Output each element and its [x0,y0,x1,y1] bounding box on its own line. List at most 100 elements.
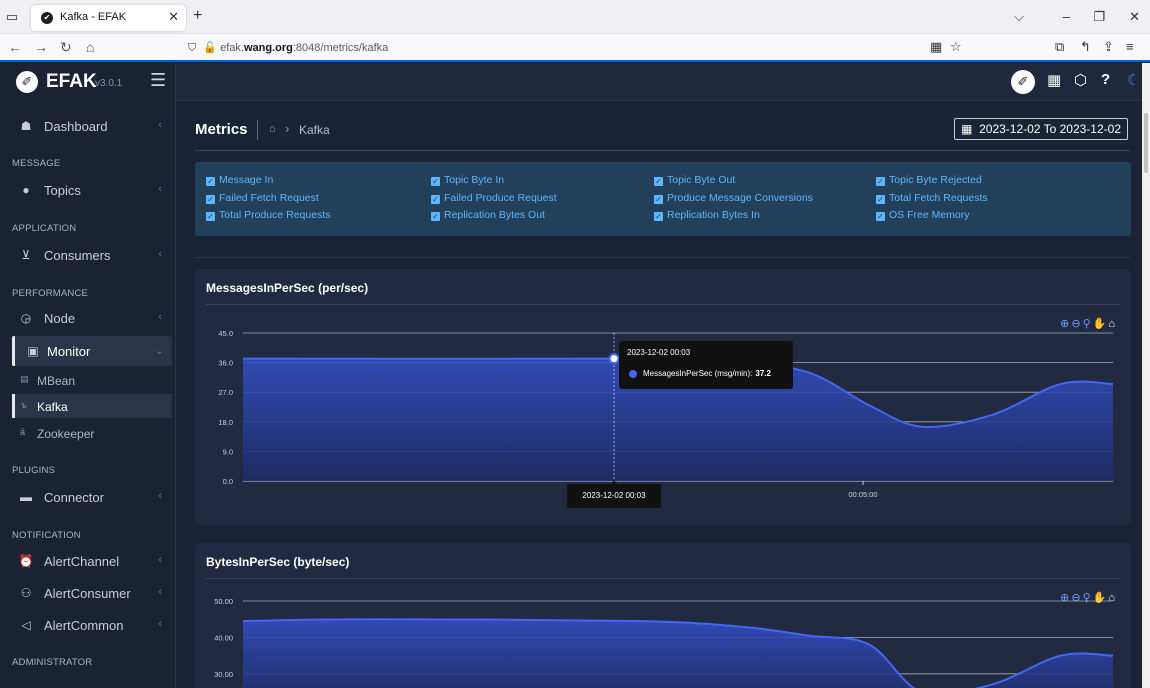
checkbox-checked-icon[interactable]: ✓ [431,177,440,186]
chevron-left-icon: ‹ [158,248,162,260]
brand-version: v3.0.1 [95,78,123,89]
monitor-icon: ▣ [27,344,39,358]
filter-failed-produce-request[interactable]: ✓ Failed Produce Request [431,192,557,204]
checkbox-checked-icon[interactable]: ✓ [654,177,663,186]
breadcrumb-divider [257,120,258,140]
filter-total-fetch-requests[interactable]: ✓ Total Fetch Requests [876,192,988,204]
checkbox-checked-icon[interactable]: ✓ [876,195,885,204]
user-avatar-icon[interactable]: ✐ [1011,70,1035,94]
qr-code-icon[interactable]: ▦ [930,39,942,55]
app-menu-icon[interactable]: ≡ [1126,39,1134,54]
sidebar-subitem-kafka[interactable]: ъ Kafka [12,394,172,418]
filter-replication-bytes-out[interactable]: ✓ Replication Bytes Out [431,209,545,221]
sidebar-item-node[interactable]: ◶ Node ‹ [0,303,176,333]
checkbox-checked-icon[interactable]: ✓ [206,212,215,221]
y-tick-label: 27.0 [218,388,233,397]
new-tab-icon[interactable]: + [193,7,202,25]
url-bar[interactable]: ⛉ 🔓 efak.wang.org:8048/metrics/kafka [178,37,968,59]
checkbox-checked-icon[interactable]: ✓ [206,177,215,186]
sidebar-item-connector[interactable]: ▬ Connector ‹ [0,482,176,512]
bytes-in-chart[interactable]: 50.00 40.00 30.00 [195,583,1131,688]
apps-grid-icon[interactable]: ▦ [1047,71,1061,89]
filter-os-free-memory[interactable]: ✓ OS Free Memory [876,209,970,221]
chevron-left-icon: ‹ [158,490,162,502]
sidebar-item-alertcommon[interactable]: ◁ AlertCommon ‹ [0,610,176,640]
checkbox-checked-icon[interactable]: ✓ [431,195,440,204]
sidebar-item-dashboard[interactable]: ☗ Dashboard ‹ [0,111,176,141]
calendar-icon: ▦ [961,122,973,136]
back-icon[interactable]: ← [8,39,22,55]
sidebar-item-monitor[interactable]: ▣ Monitor ⌄ [12,336,172,366]
help-icon[interactable]: ? [1101,71,1110,88]
filter-label: Topic Byte Rejected [889,174,982,186]
insecure-lock-icon[interactable]: 🔓 [203,37,217,59]
efak-logo-icon: ✐ [16,71,38,93]
x-tick-label: 00:05:00 [848,490,877,499]
theme-moon-icon[interactable]: ☾ [1127,71,1140,89]
tab-overflow-chevron-icon[interactable]: ⌵ [1014,9,1024,25]
close-tab-icon[interactable]: ✕ [168,9,179,25]
users-icon: ⚇ [20,586,32,600]
filter-topic-byte-out[interactable]: ✓ Topic Byte Out [654,174,735,186]
checkbox-checked-icon[interactable]: ✓ [431,212,440,221]
tab-list-icon[interactable]: ▭ [0,6,24,28]
reload-icon[interactable]: ↻ [60,39,72,56]
chevron-left-icon: ‹ [158,618,162,630]
upload-icon[interactable]: ⇪ [1103,39,1114,55]
sidebar-item-consumers[interactable]: ⊻ Consumers ‹ [0,240,176,270]
minimize-icon[interactable]: – [1063,9,1070,24]
sidebar-item-label: AlertChannel [44,554,120,569]
url-prefix: efak. [220,42,244,54]
checkbox-checked-icon[interactable]: ✓ [876,177,885,186]
window-close-icon[interactable]: ✕ [1129,9,1140,25]
url-path: :8048/metrics/kafka [292,42,389,54]
checkbox-checked-icon[interactable]: ✓ [876,212,885,221]
filter-label: Replication Bytes Out [444,209,545,221]
section-administrator: ADMINISTRATOR [12,657,93,668]
y-tick-label: 18.0 [218,418,233,427]
share-icon[interactable]: ↰ [1080,39,1091,55]
filter-topic-byte-in[interactable]: ✓ Topic Byte In [431,174,504,186]
sidebar-item-label: Consumers [44,248,111,263]
filter-failed-fetch-request[interactable]: ✓ Failed Fetch Request [206,192,319,204]
series-area [243,619,1113,688]
extensions-icon[interactable]: ⧉ [1055,39,1064,55]
chart-tooltip: 2023-12-02 00:03 MessagesInPerSec (msg/m… [619,341,793,389]
sidebar-item-alertchannel[interactable]: ⏰ AlertChannel ‹ [0,546,176,576]
send-icon: ◁ [21,618,31,632]
breadcrumb-home-icon[interactable]: ⌂ [269,123,276,135]
filter-label: Topic Byte Out [667,174,736,186]
home-icon[interactable]: ⌂ [86,39,94,55]
server-icon: ▤ [20,374,29,384]
filter-label: Total Produce Requests [219,209,331,221]
filter-label: Total Fetch Requests [889,192,988,204]
page-scrollbar[interactable] [1142,63,1150,688]
filter-message-in[interactable]: ✓ Message In [206,174,273,186]
checkbox-checked-icon[interactable]: ✓ [654,195,663,204]
shield-icon[interactable]: ⛉ [188,37,200,59]
y-tick-label: 36.0 [218,359,233,368]
filter-topic-byte-rejected[interactable]: ✓ Topic Byte Rejected [876,174,982,186]
cube-icon[interactable]: ⬡ [1074,71,1087,89]
sidebar-item-topics[interactable]: ● Topics ‹ [0,175,176,205]
date-range-picker[interactable]: ▦ 2023-12-02 To 2023-12-02 [954,118,1128,140]
drop-icon: ● [22,183,30,197]
checkbox-checked-icon[interactable]: ✓ [206,195,215,204]
filter-produce-message-conversions[interactable]: ✓ Produce Message Conversions [654,192,813,204]
checkbox-checked-icon[interactable]: ✓ [654,212,663,221]
y-tick-label: 9.0 [223,447,233,456]
forward-icon[interactable]: → [34,39,48,55]
filter-label: Message In [219,174,274,186]
restore-icon[interactable]: ❐ [1093,9,1105,25]
scrollbar-thumb[interactable] [1144,113,1148,173]
hamburger-menu-icon[interactable]: ☰ [150,70,166,91]
sidebar-item-label: Node [44,311,76,326]
sidebar-subitem-mbean[interactable]: ▤ MBean [0,368,176,392]
filter-replication-bytes-in[interactable]: ✓ Replication Bytes In [654,209,760,221]
series-dot-icon [629,370,637,378]
sidebar-subitem-zookeeper[interactable]: ā Zookeeper [0,421,176,445]
filter-total-produce-requests[interactable]: ✓ Total Produce Requests [206,209,330,221]
sidebar-item-alertconsumer[interactable]: ⚇ AlertConsumer ‹ [0,578,176,608]
browser-tab[interactable]: ✔ Kafka - EFAK ✕ [31,5,186,31]
bookmark-star-icon[interactable]: ☆ [950,39,962,55]
